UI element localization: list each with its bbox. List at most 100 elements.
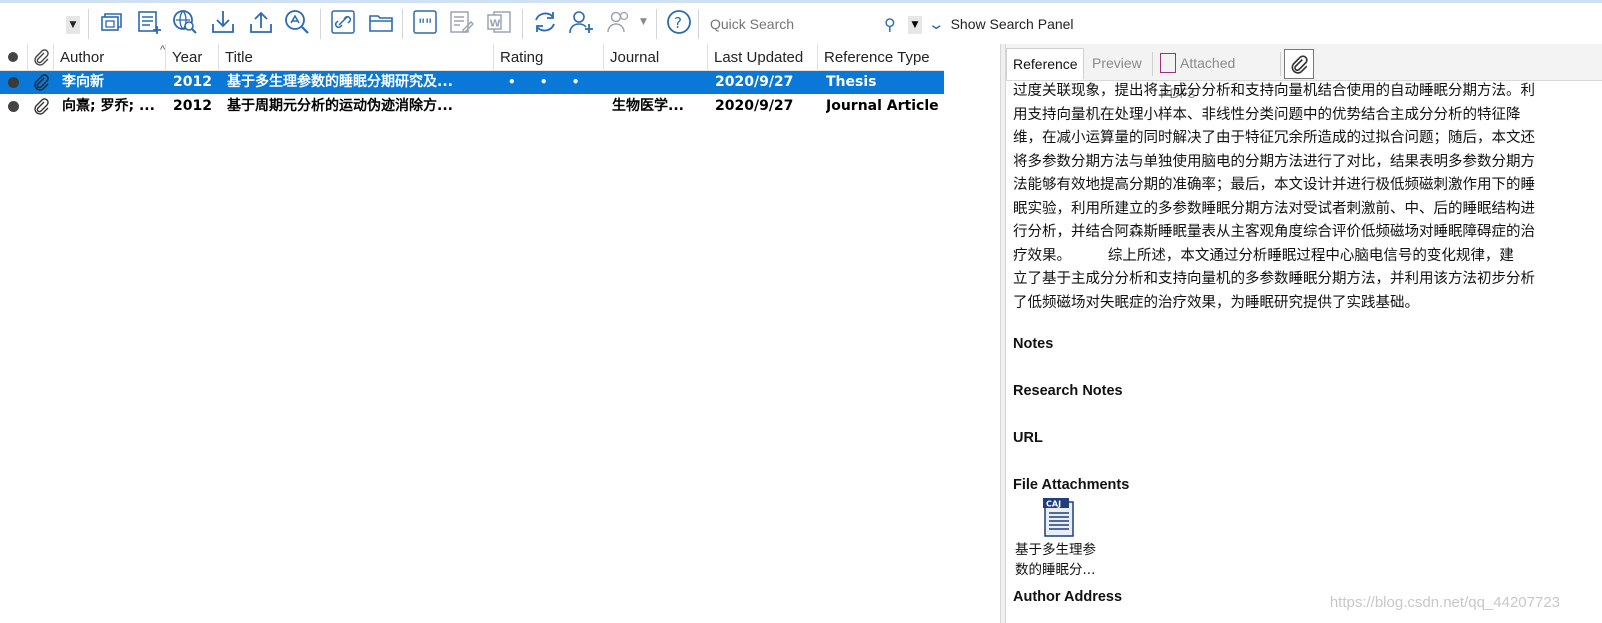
toolbar-separator (522, 9, 523, 39)
column-title[interactable]: Title (219, 44, 494, 70)
sort-ascending-icon: ^ (160, 44, 166, 56)
cell-journal (612, 71, 704, 94)
help-icon[interactable]: ? (664, 7, 694, 37)
abstract-line: 用支持向量机在处理小样本、非线性分类问题中的优势结合主成分分析的特征降 (1013, 106, 1521, 123)
column-author[interactable]: Author ^ (54, 44, 166, 70)
reference-detail-pane: Reference Preview Attached PDFs 过度关联现象，提… (1006, 44, 1602, 623)
field-label-author-address: Author Address (1013, 589, 1123, 605)
cell-title: 基于周期元分析的运动伪迹消除方... (227, 98, 453, 114)
read-status-icon (8, 52, 18, 62)
abstract-line: 疗效果。 综上所述，本文通过分析睡眠过程中心脑电信号的变化规律，建 (1013, 247, 1514, 264)
quick-search: ⚲ ▼ (708, 12, 922, 38)
tab-separator (1280, 52, 1281, 76)
abstract-line: 维，在减小运算量的同时解决了由于特征冗余所造成的过拟合问题；随后，本文还 (1013, 130, 1535, 146)
abstract-line: 眠实验，利用所建立的多参数睡眠分期方法对受试者刺激前、中、后的睡眠结构进 (1013, 200, 1535, 217)
online-search-icon[interactable] (170, 7, 200, 37)
cell-last-updated: 2020/9/27 (715, 74, 794, 90)
field-label-notes: Notes (1013, 336, 1054, 352)
column-header-row: Author ^ Year Title Rating Journal Last U… (0, 44, 944, 71)
field-label-research-notes: Research Notes (1013, 383, 1123, 399)
column-read-status[interactable] (0, 44, 28, 70)
cell-reference-type: Journal Article (826, 98, 939, 114)
show-search-panel-label: Show Search Panel (950, 16, 1074, 32)
share-dropdown-arrow[interactable]: ▼ (640, 17, 647, 27)
word-icon[interactable]: W (484, 7, 514, 37)
share-group-icon[interactable] (604, 7, 634, 37)
cell-year: 2012 (173, 98, 212, 114)
export-icon[interactable] (246, 7, 276, 37)
tab-reference[interactable]: Reference (1006, 48, 1084, 80)
paperclip-icon (34, 74, 49, 91)
table-row[interactable]: 李向新 2012 基于多生理参数的睡眠分期研究及... • • • • • 20… (0, 71, 944, 94)
cell-rating[interactable] (508, 95, 600, 118)
library-dropdown-arrow[interactable]: ▼ (66, 16, 80, 34)
table-row[interactable]: 向熹; 罗乔; ... 2012 基于周期元分析的运动伪迹消除方... 生物医学… (0, 95, 944, 118)
search-icon[interactable]: ⚲ (884, 15, 896, 34)
toolbar-separator (698, 9, 699, 39)
share-add-user-icon[interactable] (566, 7, 596, 37)
column-journal[interactable]: Journal (604, 44, 708, 70)
toolbar-separator (402, 9, 403, 39)
main-toolbar: ▼ " " W ▼ ? Quick Search ⚲ ▼ ⌄ Show Sear… (0, 3, 1602, 43)
paperclip-icon (1291, 55, 1308, 74)
detail-tabs: Reference Preview Attached PDFs (1006, 44, 1602, 101)
field-label-file-attachments: File Attachments (1013, 477, 1130, 493)
quick-search-input[interactable] (708, 12, 877, 36)
abstract-line: 立了基于主成分分析和支持向量机的多参数睡眠分期方法，并利用该方法初步分析 (1013, 271, 1535, 287)
column-attachment[interactable] (28, 44, 54, 70)
cell-title: 基于多生理参数的睡眠分期研究及... (227, 74, 453, 90)
svg-text:W: W (490, 19, 501, 30)
abstract-line: 行分析，并结合阿森斯睡眠量表从主客观角度综合评价低频磁场对睡眠障碍症的治 (1013, 224, 1535, 240)
abstract-line: 将多参数分期方法与单独使用脑电的分期方法进行了对比，结果表明多参数分期方 (1013, 153, 1535, 170)
column-last-updated[interactable]: Last Updated (708, 44, 818, 70)
cell-author: 李向新 (62, 74, 104, 90)
copy-to-library-icon[interactable] (96, 7, 126, 37)
column-year[interactable]: Year (166, 44, 219, 70)
abstract-line: 了低频磁场对失眠症的治疗效果，为睡眠研究提供了实践基础。 (1013, 294, 1419, 311)
toolbar-separator (320, 9, 321, 39)
cell-rating[interactable]: • • • • • (508, 71, 600, 94)
caj-file-icon[interactable]: CAJ (1041, 496, 1077, 538)
field-label-url: URL (1013, 430, 1043, 446)
attachment-filename-line: 数的睡眠分... (1015, 562, 1096, 578)
show-search-panel-button[interactable]: ⌄ Show Search Panel (927, 15, 1074, 33)
abstract-line: 过度关联现象，提出将主成分分析和支持向量机结合使用的自动睡眠分期方法。利 (1013, 83, 1535, 99)
cell-journal: 生物医学... (612, 98, 684, 114)
cell-author: 向熹; 罗乔; ... (62, 98, 155, 114)
attach-file-button[interactable] (1284, 49, 1314, 79)
sync-icon[interactable] (530, 7, 560, 37)
find-full-text-icon[interactable] (282, 7, 312, 37)
cell-reference-type: Thesis (826, 74, 877, 90)
paperclip-icon (34, 49, 49, 66)
column-reference-type[interactable]: Reference Type (818, 44, 944, 70)
svg-text:?: ? (674, 14, 682, 32)
format-bibliography-icon[interactable] (446, 7, 476, 37)
abstract-text[interactable]: 过度关联现象，提出将主成分分析和支持向量机结合使用的自动睡眠分期方法。利 用支持… (1013, 80, 1593, 315)
toolbar-separator (656, 9, 657, 39)
insert-citation-icon[interactable]: " " (410, 7, 440, 37)
new-reference-icon[interactable] (134, 7, 164, 37)
svg-text:CAJ: CAJ (1046, 500, 1061, 509)
chevron-down-icon: ⌄ (927, 16, 946, 33)
tab-attached-pdfs[interactable]: Attached PDFs (1154, 48, 1278, 101)
column-rating[interactable]: Rating (494, 44, 604, 70)
abstract-line: 法能够有效地提高分期的准确率；最后，本文设计并进行极低频磁刺激作用下的睡 (1013, 177, 1535, 193)
read-status-icon (8, 101, 19, 112)
toolbar-separator (88, 9, 89, 39)
watermark-text: https://blog.csdn.net/qq_44207723 (1329, 594, 1560, 611)
open-link-icon[interactable] (328, 7, 358, 37)
import-icon[interactable] (208, 7, 238, 37)
tab-preview[interactable]: Preview (1086, 48, 1152, 80)
tab-separator (1152, 52, 1153, 76)
reference-list: Author ^ Year Title Rating Journal Last U… (0, 44, 1000, 623)
pdf-icon (1160, 53, 1176, 74)
open-file-icon[interactable] (366, 7, 396, 37)
cell-last-updated: 2020/9/27 (715, 98, 794, 114)
attachment-filename[interactable]: 基于多生理参 数的睡眠分... (1015, 540, 1115, 580)
svg-text:": " (425, 15, 432, 34)
cell-year: 2012 (173, 74, 212, 90)
paperclip-icon (34, 98, 49, 115)
search-options-dropdown[interactable]: ▼ (908, 16, 922, 34)
read-status-icon (8, 77, 19, 88)
attachment-filename-line: 基于多生理参 (1015, 542, 1096, 558)
